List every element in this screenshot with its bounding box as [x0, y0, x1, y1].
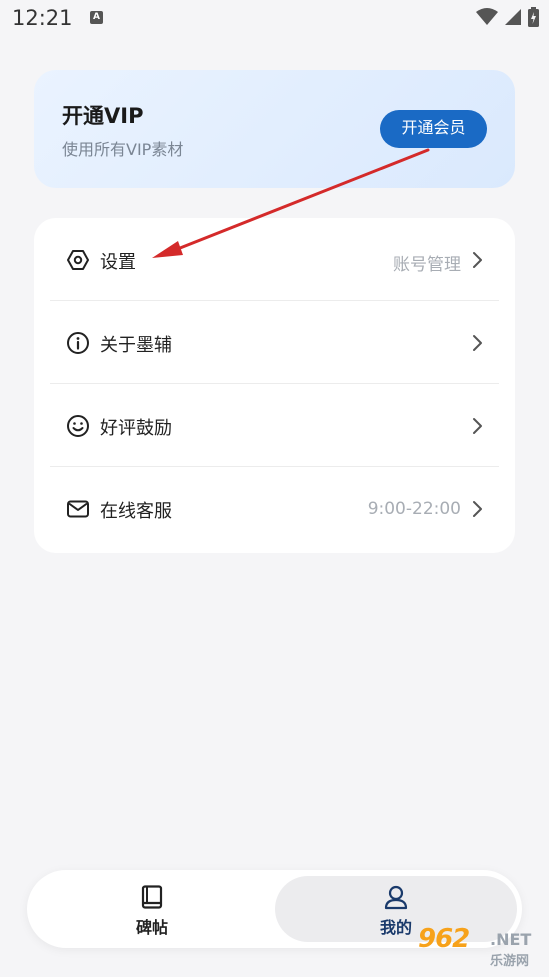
smiley-icon	[67, 415, 89, 437]
vip-subtitle: 使用所有VIP素材	[62, 140, 184, 159]
tab-rubbings[interactable]: 碑帖	[32, 870, 272, 948]
profile-page: 12:21 A 开通VIP 使用所有VIP素材 开通会员 设置 账号管理 关于墨…	[0, 0, 549, 977]
info-icon	[67, 332, 89, 354]
tab-label: 碑帖	[135, 918, 168, 937]
menu-item-rate[interactable]: 好评鼓励	[50, 384, 499, 467]
watermark-net-text: .NET	[490, 930, 532, 949]
vip-card: 开通VIP 使用所有VIP素材 开通会员	[34, 70, 515, 188]
menu-item-label: 好评鼓励	[100, 418, 172, 439]
watermark-logo: 962 .NET 乐游网	[412, 920, 542, 972]
menu-item-label: 在线客服	[100, 501, 172, 522]
vip-title: 开通VIP	[62, 104, 144, 128]
status-bar: 12:21 A	[0, 0, 549, 38]
menu-item-value: 9:00-22:00	[367, 499, 461, 519]
menu-card: 设置 账号管理 关于墨辅 好评鼓励 在线客服 9:00-22:00	[34, 218, 515, 553]
cellular-signal-icon	[505, 9, 521, 25]
notification-icon: A	[90, 11, 103, 24]
wifi-icon	[476, 8, 498, 25]
menu-item-customer-service[interactable]: 在线客服 9:00-22:00	[50, 467, 499, 550]
watermark-sub-text: 乐游网	[490, 954, 530, 969]
settings-hexagon-icon	[67, 250, 89, 270]
watermark-logo-text: 962	[418, 924, 470, 954]
chevron-right-icon	[473, 335, 482, 351]
chevron-right-icon	[473, 252, 482, 268]
mail-icon	[67, 500, 89, 518]
chevron-right-icon	[473, 418, 482, 434]
chevron-right-icon	[473, 501, 482, 517]
battery-charging-icon	[528, 7, 539, 27]
menu-item-value: 账号管理	[393, 255, 461, 275]
user-icon	[384, 885, 408, 910]
status-time: 12:21	[12, 6, 73, 30]
book-icon	[141, 885, 163, 909]
status-icons	[476, 7, 539, 27]
menu-item-about[interactable]: 关于墨辅	[50, 301, 499, 384]
menu-item-label: 关于墨辅	[100, 335, 172, 356]
open-membership-button[interactable]: 开通会员	[380, 110, 487, 148]
menu-item-label: 设置	[100, 252, 136, 273]
menu-item-settings[interactable]: 设置 账号管理	[50, 218, 499, 301]
